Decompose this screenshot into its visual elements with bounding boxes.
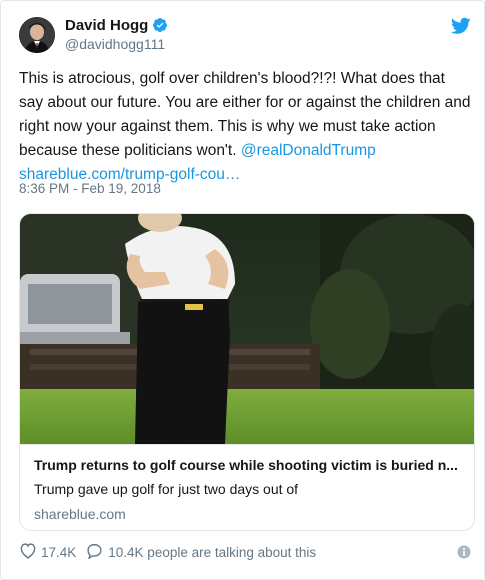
card-body[interactable]: Trump returns to golf course while shoot… (20, 444, 474, 530)
like-button[interactable]: 17.4K (19, 542, 77, 562)
talking-count-text: 10.4K people are talking about this (108, 544, 317, 560)
card-image[interactable] (20, 214, 474, 444)
author-display-name[interactable]: David Hogg (65, 17, 148, 34)
author-handle[interactable]: @davidhogg111 (65, 36, 168, 52)
like-count: 17.4K (41, 544, 77, 560)
twitter-bird-icon[interactable] (450, 17, 471, 35)
tweet-text: This is atrocious, golf over children's … (19, 67, 471, 187)
tweet-header: David Hogg @davidhogg111 (19, 15, 471, 57)
info-icon[interactable] (457, 545, 471, 559)
avatar[interactable] (19, 17, 55, 53)
card-title[interactable]: Trump returns to golf course while shoot… (34, 457, 462, 473)
card-domain: shareblue.com (34, 506, 126, 522)
tweet-embed: David Hogg @davidhogg111 This is atrocio… (0, 0, 485, 580)
tweet-timestamp[interactable]: 8:36 PM - Feb 19, 2018 (19, 181, 161, 196)
tweet-footer: 17.4K 10.4K people are talking about thi… (19, 542, 475, 562)
verified-badge-icon (152, 17, 168, 33)
card-description: Trump gave up golf for just two days out… (34, 481, 299, 497)
heart-icon (19, 542, 41, 562)
avatar-image (19, 17, 55, 53)
link-preview-card[interactable]: Trump returns to golf course while shoot… (19, 213, 475, 531)
speech-bubble-icon (86, 543, 108, 562)
mention-link[interactable]: @realDonaldTrump (241, 142, 376, 159)
golf-photo-image (20, 214, 474, 444)
author-names: David Hogg @davidhogg111 (65, 15, 168, 52)
conversation-link[interactable]: 10.4K people are talking about this (86, 543, 316, 562)
